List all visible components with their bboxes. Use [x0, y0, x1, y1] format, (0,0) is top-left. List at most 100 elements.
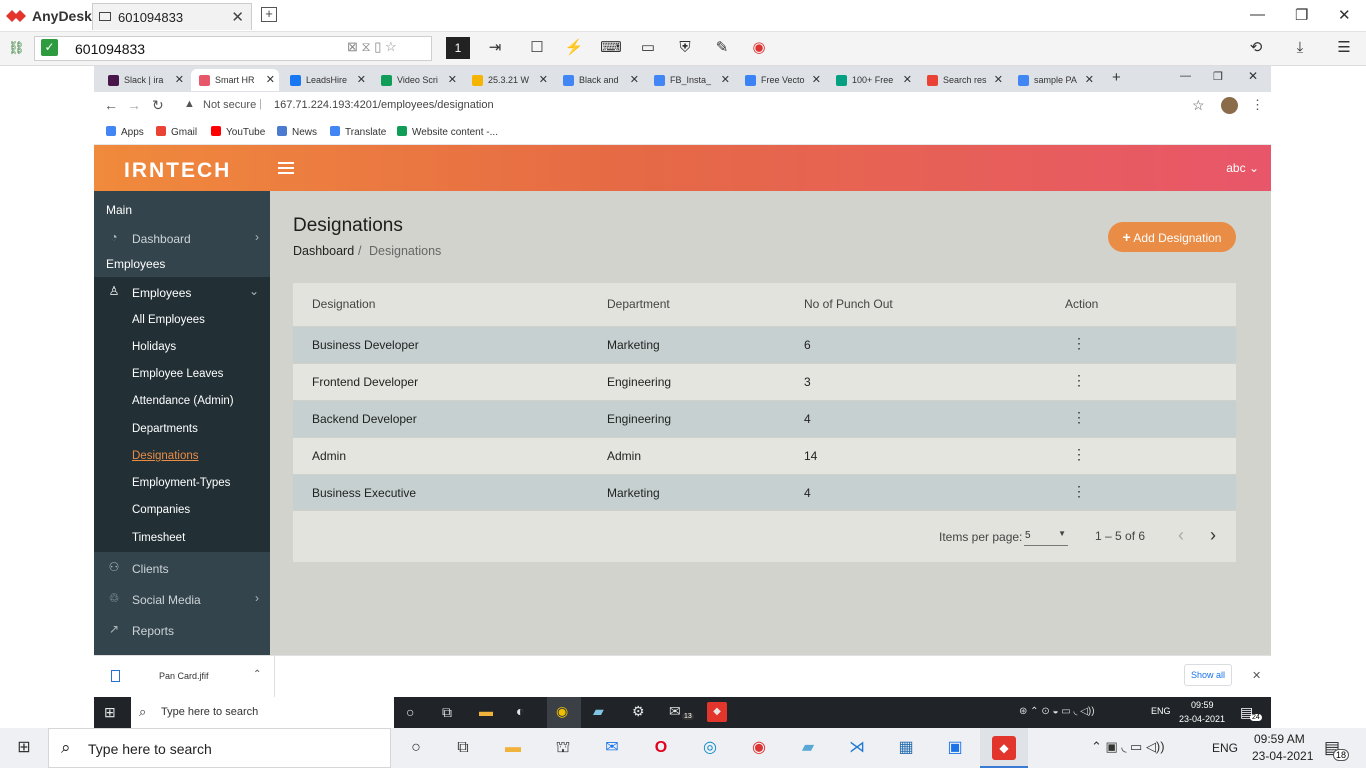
local-search-box[interactable]: ⌕ Type here to search — [48, 728, 391, 768]
download-icon[interactable]: ⤓ — [1289, 38, 1311, 58]
keyboard-icon[interactable]: ⌨ — [600, 38, 622, 58]
warning-icon[interactable]: ▲ — [184, 98, 195, 110]
submenu-employee-leaves[interactable]: Employee Leaves — [132, 368, 223, 380]
submenu-all-employees[interactable]: All Employees — [132, 314, 205, 326]
sidebar-item-dashboard[interactable]: ◔ Dashboard › — [94, 223, 270, 253]
submenu-employment-types[interactable]: Employment-Types — [132, 477, 230, 489]
page-size-select[interactable]: 5 ▼ — [1024, 526, 1068, 546]
submenu-designations[interactable]: Designations — [132, 450, 198, 462]
notepad-icon[interactable]: ▰ — [593, 703, 604, 720]
tab-close-icon[interactable]: ✕ — [994, 69, 1003, 91]
bookmark-item[interactable]: YouTube — [211, 126, 265, 138]
anydesk-address-field[interactable]: ✓ 601094833 ⊠ ⧖ ▯ ☆ — [34, 36, 432, 61]
chrome-tab[interactable]: Black and ✕ — [555, 69, 643, 91]
chat-icon[interactable]: ☐ — [526, 38, 548, 58]
app-icon[interactable]: ▣ — [942, 736, 968, 760]
chrome-tab[interactable]: 25.3.21 W ✕ — [464, 69, 552, 91]
show-all-button[interactable]: Show all — [1184, 664, 1232, 686]
submenu-holidays[interactable]: Holidays — [132, 341, 176, 353]
add-designation-button[interactable]: + Add Designation — [1108, 222, 1236, 252]
edge-icon[interactable]: ◎ — [697, 736, 723, 760]
settings-icon[interactable]: ⚙ — [632, 703, 645, 720]
mail-icon[interactable]: ✉ — [599, 736, 625, 760]
chrome-tab[interactable]: FB_Insta_ ✕ — [646, 69, 734, 91]
sidebar-item-employees[interactable]: ♙ Employees ⌄ — [94, 277, 270, 307]
close-icon[interactable]: ✕ — [231, 8, 244, 26]
close-download-bar-icon[interactable]: ✕ — [1252, 669, 1261, 682]
remote-lang[interactable]: ENG — [1151, 706, 1171, 716]
bookmark-item[interactable]: Apps — [106, 126, 144, 138]
record-icon[interactable]: ◉ — [748, 38, 770, 58]
store-icon[interactable]: ⛫ — [550, 736, 576, 760]
tab-close-icon[interactable]: ✕ — [266, 69, 275, 91]
more-vert-icon[interactable]: ⋮ — [1072, 410, 1086, 424]
submenu-timesheet[interactable]: Timesheet — [132, 532, 185, 544]
minimize-icon[interactable]: — — [1250, 6, 1265, 23]
chrome-menu-icon[interactable]: ⋮ — [1251, 97, 1264, 113]
chrome-tab[interactable]: Search res ✕ — [919, 69, 1007, 91]
security-label[interactable]: Not secure — [203, 99, 256, 111]
tab-close-icon[interactable]: ✕ — [357, 69, 366, 91]
breadcrumb-dashboard[interactable]: Dashboard — [293, 244, 354, 258]
chrome-tab[interactable]: 100+ Free ✕ — [828, 69, 916, 91]
cortana-icon[interactable]: ○ — [403, 736, 429, 760]
anydesk-taskbar-icon[interactable]: ◆ — [707, 702, 727, 722]
anydesk-taskbar-item[interactable]: ◆ — [980, 728, 1028, 768]
local-lang[interactable]: ENG — [1212, 741, 1238, 755]
tab-close-icon[interactable]: ✕ — [721, 69, 730, 91]
file-explorer-icon[interactable]: ▬ — [479, 703, 493, 719]
notepad-icon[interactable]: ▰ — [795, 736, 821, 760]
chevron-up-icon[interactable]: ⌃ — [253, 669, 261, 680]
tab-close-icon[interactable]: ✕ — [539, 69, 548, 91]
windows-start-icon[interactable]: ⊞ — [104, 704, 116, 721]
cortana-icon[interactable]: ○ — [406, 704, 414, 720]
menu-icon[interactable]: ☰ — [1333, 38, 1355, 58]
chrome-minimize-icon[interactable]: — — [1180, 70, 1191, 82]
chrome-icon[interactable]: ◉ — [746, 736, 772, 760]
chrome-tab[interactable]: Free Vecto ✕ — [737, 69, 825, 91]
submenu-attendance[interactable]: Attendance (Admin) — [132, 395, 234, 407]
previous-page-icon[interactable]: ‹ — [1178, 525, 1184, 546]
mail-icon[interactable]: ✉ — [669, 703, 681, 720]
submenu-companies[interactable]: Companies — [132, 504, 190, 516]
sidebar-item-clients[interactable]: ⚇ Clients — [94, 553, 270, 583]
column-header-designation[interactable]: Designation — [312, 297, 375, 311]
task-view-icon[interactable]: ⧉ — [450, 736, 476, 760]
opera-icon[interactable]: O — [648, 736, 674, 760]
transfer-icon[interactable]: ⇥ — [484, 38, 506, 58]
download-item[interactable]: Pan Card.jfif ⌃ — [94, 656, 275, 698]
reload-icon[interactable]: ↻ — [152, 97, 164, 114]
forward-icon[interactable]: → — [127, 97, 141, 113]
windows-start-icon[interactable]: ⊞ — [11, 736, 37, 760]
local-tray-icons[interactable]: ⌃ ▣ ◟ ▭ ◁)) — [1091, 739, 1165, 755]
chrome-tab[interactable]: LeadsHire ✕ — [282, 69, 370, 91]
column-header-department[interactable]: Department — [607, 297, 670, 311]
more-vert-icon[interactable]: ⋮ — [1072, 484, 1086, 498]
sidebar-item-reports[interactable]: ↗ Reports — [94, 615, 270, 645]
actions-icon[interactable]: ⚡ — [563, 38, 585, 58]
bookmark-item[interactable]: Gmail — [156, 126, 197, 138]
profile-avatar[interactable] — [1221, 97, 1238, 114]
bookmark-item[interactable]: News — [277, 126, 317, 138]
column-header-punch-out[interactable]: No of Punch Out — [804, 297, 893, 311]
system-tray-icons[interactable]: ⊛ ⌃ ⊙ ◒ ▭ ◟ ◁)) — [1019, 706, 1095, 717]
remote-search-box[interactable]: ⌕ Type here to search — [131, 697, 394, 728]
submenu-departments[interactable]: Departments — [132, 423, 198, 435]
more-vert-icon[interactable]: ⋮ — [1072, 336, 1086, 350]
sidebar-item-social-media[interactable]: ♲ Social Media › — [94, 584, 270, 614]
rdp-icon[interactable]: ▦ — [893, 736, 919, 760]
anydesk-session-tab[interactable]: 601094833 ✕ — [92, 3, 252, 30]
chrome-close-icon[interactable]: ✕ — [1248, 69, 1258, 83]
more-vert-icon[interactable]: ⋮ — [1072, 373, 1086, 387]
url-text[interactable]: 167.71.224.193:4201/employees/designatio… — [274, 99, 494, 111]
chrome-tab[interactable]: Slack | ira ✕ — [100, 69, 188, 91]
back-icon[interactable]: ← — [104, 97, 118, 113]
display-icon[interactable]: ▭ — [637, 38, 659, 58]
maximize-icon[interactable]: ❐ — [1295, 6, 1308, 24]
new-tab-button[interactable]: + — [1112, 69, 1121, 86]
bookmark-item[interactable]: Translate — [330, 126, 386, 138]
chrome-tab[interactable]: Video Scri ✕ — [373, 69, 461, 91]
close-window-icon[interactable]: ✕ — [1338, 6, 1351, 24]
monitor-1-button[interactable]: 1 — [446, 37, 470, 59]
tab-close-icon[interactable]: ✕ — [630, 69, 639, 91]
